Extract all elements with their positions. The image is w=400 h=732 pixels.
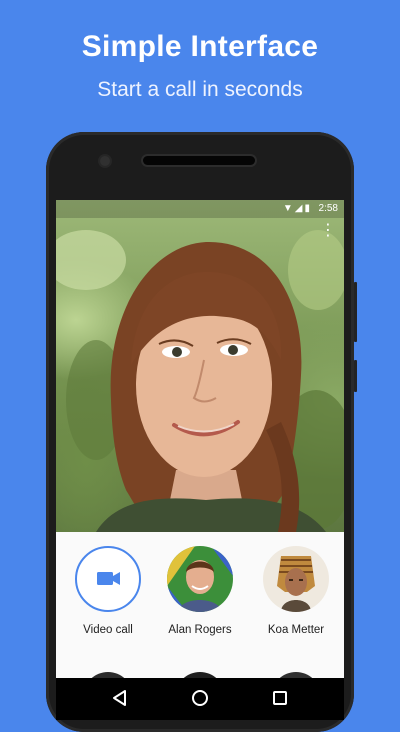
volume-button [354,282,357,342]
videocam-icon [96,572,120,585]
contact-label: Koa Metter [267,624,325,636]
remote-video-feed[interactable]: ▼◢▮ 2:58 ⋮ [56,200,344,532]
battery-icon: ▮ [304,203,312,214]
power-button [354,360,357,392]
back-icon[interactable] [110,688,130,713]
caller-portrait [56,230,344,532]
alan-rogers-avatar [167,546,233,612]
earpiece-speaker [143,156,255,165]
avatar[interactable] [167,546,233,612]
contact-koa-metter[interactable]: Koa Metter [256,546,336,636]
contact-alan-rogers[interactable]: Alan Rogers [160,546,240,636]
video-call-circle[interactable] [75,546,141,612]
contact-label: Alan Rogers [168,624,232,636]
promo-subtitle: Start a call in seconds [97,78,303,101]
status-icons: ▼◢▮ [283,203,312,214]
video-call-label: Video call [83,624,133,636]
wifi-icon: ▼ [282,203,295,214]
recents-icon[interactable] [270,688,290,713]
phone-frame: ▼◢▮ 2:58 ⋮ Video call Alan Rogers Koa Me… [46,132,357,732]
koa-metter-avatar [263,546,329,612]
promo-title: Simple Interface [81,30,319,63]
avatar[interactable] [263,546,329,612]
home-icon[interactable] [190,688,210,713]
navigation-bar [56,678,344,720]
more-vert-icon[interactable]: ⋮ [320,223,336,239]
video-call-button[interactable]: Video call [68,546,148,636]
phone-screen: ▼◢▮ 2:58 ⋮ Video call Alan Rogers Koa Me… [56,200,344,720]
status-time: 2:58 [318,203,338,214]
front-camera [100,156,110,166]
status-bar: ▼◢▮ 2:58 [56,200,344,218]
